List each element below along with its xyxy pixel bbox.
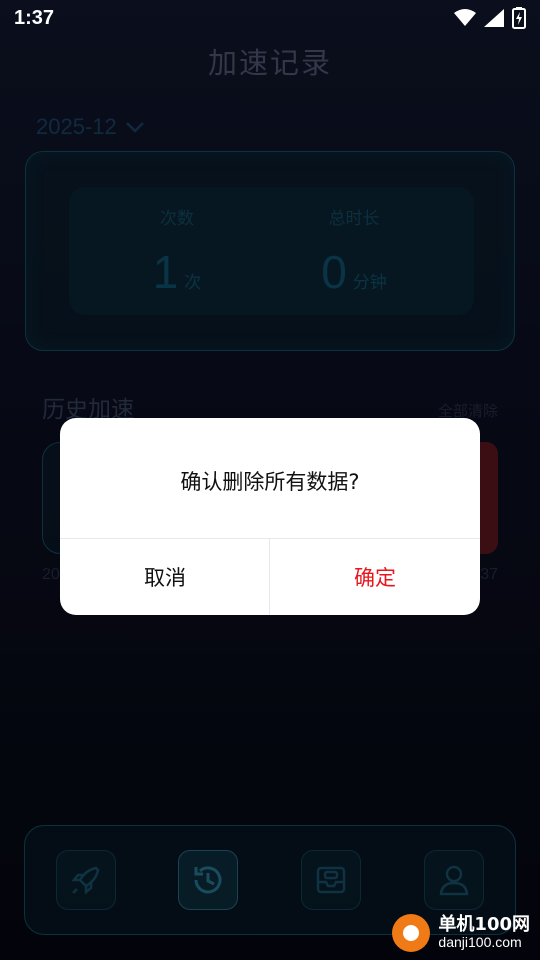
status-bar: 1:37	[0, 0, 540, 36]
status-time: 1:37	[14, 6, 55, 29]
confirm-dialog: 确认删除所有数据? 取消 确定	[60, 418, 480, 615]
watermark-logo-icon	[392, 914, 431, 952]
status-icons	[454, 7, 526, 29]
wifi-icon	[454, 9, 476, 26]
confirm-button[interactable]: 确定	[270, 539, 480, 615]
dialog-message: 确认删除所有数据?	[180, 470, 360, 494]
cancel-button[interactable]: 取消	[60, 539, 270, 615]
battery-charging-icon	[512, 7, 526, 29]
signal-icon	[484, 9, 504, 27]
watermark-title: 单机100网	[438, 914, 530, 936]
watermark: 单机100网 danji100.com	[392, 914, 530, 952]
watermark-domain: danji100.com	[438, 934, 522, 951]
